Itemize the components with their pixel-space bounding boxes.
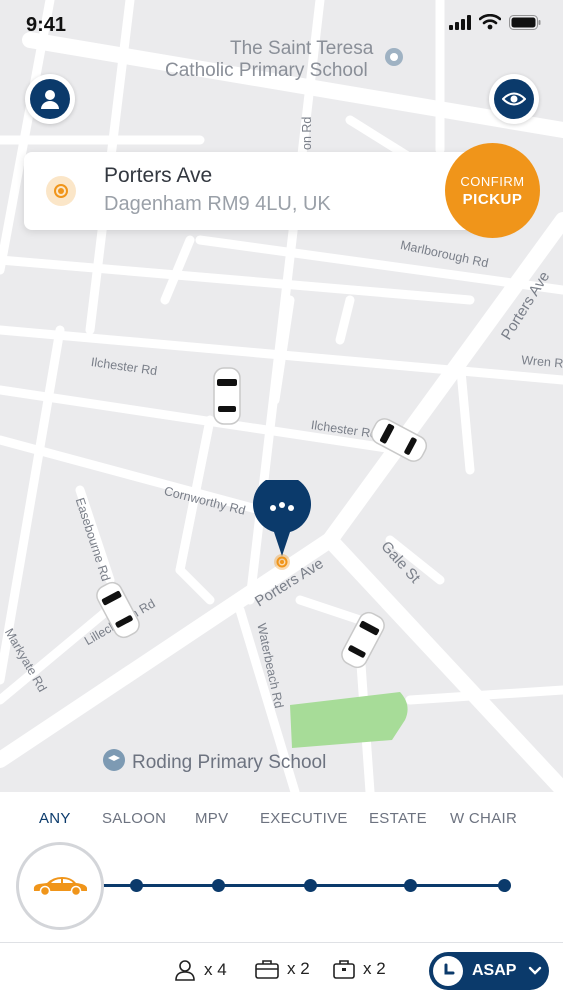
car-icon (213, 367, 241, 425)
road-network (0, 0, 563, 792)
user-icon (41, 90, 59, 109)
slider-stop[interactable] (498, 879, 511, 892)
confirm-pickup-button[interactable]: CONFIRM PICKUP (445, 143, 540, 238)
pickup-address-card[interactable]: Porters Ave Dagenham RM9 4LU, UK (24, 152, 512, 230)
status-icons (449, 14, 541, 30)
clock-icon (433, 956, 463, 986)
slider-stop[interactable] (130, 879, 143, 892)
tab-w-chair[interactable]: W CHAIR (450, 810, 517, 827)
tab-executive[interactable]: EXECUTIVE (260, 810, 348, 827)
signal-icon (449, 14, 471, 30)
pickup-street: Porters Ave (104, 164, 213, 187)
vehicle-tabs: ANY SALOON MPV EXECUTIVE ESTATE W CHAIR (0, 810, 563, 830)
pickup-area: Dagenham RM9 4LU, UK (104, 193, 331, 215)
tab-any[interactable]: ANY (39, 810, 71, 827)
battery-icon (509, 14, 541, 30)
passenger-icon (175, 960, 195, 981)
poi-label: Roding Primary School (132, 752, 327, 773)
chevron-down-icon (529, 966, 542, 975)
luggage-count: x 2 (287, 959, 310, 978)
status-time: 9:41 (26, 14, 67, 36)
profile-button[interactable] (25, 74, 75, 124)
slider-stop[interactable] (304, 879, 317, 892)
confirm-pickup-line2: PICKUP (462, 190, 523, 208)
slider-stop[interactable] (404, 879, 417, 892)
tab-saloon[interactable]: SALOON (102, 810, 166, 827)
school-icon (385, 48, 403, 66)
tab-mpv[interactable]: MPV (195, 810, 228, 827)
hand-luggage-count: x 2 (363, 959, 386, 978)
map[interactable]: The Saint Teresa Catholic Primary School… (0, 0, 563, 792)
view-toggle-button[interactable] (489, 74, 539, 124)
poi-label: Catholic Primary School (165, 60, 368, 81)
luggage-selector[interactable]: x 2 (255, 959, 310, 979)
school-icon (103, 749, 125, 771)
confirm-pickup-line1: CONFIRM (460, 173, 525, 189)
pickup-location-icon (46, 176, 76, 206)
wifi-icon (479, 14, 501, 30)
park-area (290, 692, 408, 748)
eye-icon (502, 92, 526, 106)
passengers-count: x 4 (204, 960, 227, 979)
slider-stop[interactable] (212, 879, 225, 892)
status-bar: 9:41 (0, 0, 563, 48)
booking-footer: x 4 x 2 x 2 ASAP (0, 942, 563, 1000)
vehicle-selector: ANY SALOON MPV EXECUTIVE ESTATE W CHAIR (0, 792, 563, 942)
hand-luggage-selector[interactable]: x 2 (333, 959, 386, 979)
map-pin-icon[interactable] (252, 480, 312, 570)
pickup-time-label: ASAP (472, 962, 517, 979)
road-label: on Rd (300, 116, 314, 150)
vehicle-slider-handle[interactable] (16, 842, 104, 930)
briefcase-icon (333, 960, 355, 979)
suitcase-icon (255, 960, 279, 979)
pickup-time-button[interactable]: ASAP (429, 952, 549, 990)
passengers-selector[interactable]: x 4 (174, 959, 227, 981)
car-side-icon (33, 877, 87, 897)
tab-estate[interactable]: ESTATE (369, 810, 427, 827)
